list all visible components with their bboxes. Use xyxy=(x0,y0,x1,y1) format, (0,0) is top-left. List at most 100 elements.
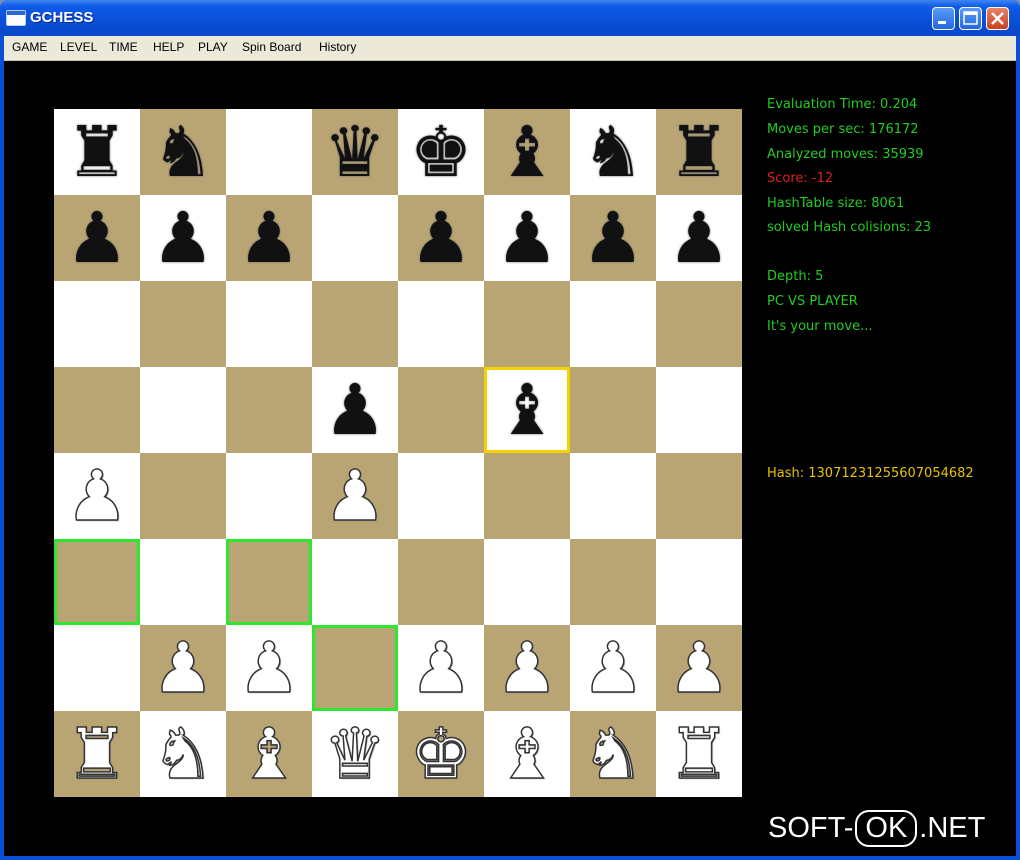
square-c7[interactable]: ♟ xyxy=(226,195,312,281)
square-g5[interactable] xyxy=(570,367,656,453)
square-a8[interactable]: ♜ xyxy=(54,109,140,195)
white-rook-icon[interactable]: ♜ xyxy=(667,718,731,790)
black-pawn-icon[interactable]: ♟ xyxy=(66,203,129,273)
square-g1[interactable]: ♞ xyxy=(570,711,656,797)
menu-history[interactable]: History xyxy=(319,40,356,54)
square-a6[interactable] xyxy=(54,281,140,367)
square-f4[interactable] xyxy=(484,453,570,539)
white-bishop-icon[interactable]: ♝ xyxy=(495,718,559,790)
menu-play[interactable]: PLAY xyxy=(198,40,228,54)
square-g7[interactable]: ♟ xyxy=(570,195,656,281)
square-f3[interactable] xyxy=(484,539,570,625)
square-c1[interactable]: ♝ xyxy=(226,711,312,797)
square-h6[interactable] xyxy=(656,281,742,367)
square-a4[interactable]: ♟ xyxy=(54,453,140,539)
white-pawn-icon[interactable]: ♟ xyxy=(323,460,387,532)
square-c4[interactable] xyxy=(226,453,312,539)
black-pawn-icon[interactable]: ♟ xyxy=(496,203,559,273)
menu-help[interactable]: HELP xyxy=(153,40,184,54)
square-h2[interactable]: ♟ xyxy=(656,625,742,711)
square-h1[interactable]: ♜ xyxy=(656,711,742,797)
square-g8[interactable]: ♞ xyxy=(570,109,656,195)
black-pawn-icon[interactable]: ♟ xyxy=(324,375,387,445)
square-h5[interactable] xyxy=(656,367,742,453)
square-b6[interactable] xyxy=(140,281,226,367)
close-button[interactable] xyxy=(986,7,1009,30)
square-a5[interactable] xyxy=(54,367,140,453)
black-bishop-icon[interactable]: ♝ xyxy=(496,375,559,445)
square-c3[interactable] xyxy=(226,539,312,625)
maximize-button[interactable] xyxy=(959,7,982,30)
black-knight-icon[interactable]: ♞ xyxy=(152,117,215,187)
square-c2[interactable]: ♟ xyxy=(226,625,312,711)
square-c6[interactable] xyxy=(226,281,312,367)
square-b2[interactable]: ♟ xyxy=(140,625,226,711)
white-pawn-icon[interactable]: ♟ xyxy=(65,460,129,532)
white-knight-icon[interactable]: ♞ xyxy=(581,718,645,790)
square-d4[interactable]: ♟ xyxy=(312,453,398,539)
square-g3[interactable] xyxy=(570,539,656,625)
black-pawn-icon[interactable]: ♟ xyxy=(152,203,215,273)
menu-level[interactable]: LEVEL xyxy=(60,40,97,54)
square-e4[interactable] xyxy=(398,453,484,539)
square-e1[interactable]: ♚ xyxy=(398,711,484,797)
square-d2[interactable] xyxy=(312,625,398,711)
white-pawn-icon[interactable]: ♟ xyxy=(495,632,559,704)
square-b3[interactable] xyxy=(140,539,226,625)
square-f1[interactable]: ♝ xyxy=(484,711,570,797)
square-a7[interactable]: ♟ xyxy=(54,195,140,281)
white-pawn-icon[interactable]: ♟ xyxy=(409,632,473,704)
square-d3[interactable] xyxy=(312,539,398,625)
title-bar[interactable]: GCHESS xyxy=(0,0,1020,36)
square-b7[interactable]: ♟ xyxy=(140,195,226,281)
square-g4[interactable] xyxy=(570,453,656,539)
black-pawn-icon[interactable]: ♟ xyxy=(410,203,473,273)
white-king-icon[interactable]: ♚ xyxy=(409,718,473,790)
white-pawn-icon[interactable]: ♟ xyxy=(151,632,215,704)
black-pawn-icon[interactable]: ♟ xyxy=(668,203,731,273)
white-queen-icon[interactable]: ♛ xyxy=(323,718,387,790)
square-c5[interactable] xyxy=(226,367,312,453)
white-knight-icon[interactable]: ♞ xyxy=(151,718,215,790)
menu-time[interactable]: TIME xyxy=(109,40,138,54)
square-f7[interactable]: ♟ xyxy=(484,195,570,281)
square-b8[interactable]: ♞ xyxy=(140,109,226,195)
black-king-icon[interactable]: ♚ xyxy=(410,117,473,187)
white-bishop-icon[interactable]: ♝ xyxy=(237,718,301,790)
white-pawn-icon[interactable]: ♟ xyxy=(667,632,731,704)
square-f6[interactable] xyxy=(484,281,570,367)
square-f8[interactable]: ♝ xyxy=(484,109,570,195)
menu-spin-board[interactable]: Spin Board xyxy=(242,40,301,54)
square-a3[interactable] xyxy=(54,539,140,625)
square-d8[interactable]: ♛ xyxy=(312,109,398,195)
chess-board[interactable]: ♜ ♞ ♛ ♚ ♝ ♞ ♜ ♟ ♟ ♟ ♟ ♟ ♟ ♟ ♟ ♝ ♟ ♟ ♟ ♟ ♟ ♟ ♟ ♟ ♜ ♞ ♝ ♛ ♚ ♝ ♞ ♜ xyxy=(54,109,742,797)
white-pawn-icon[interactable]: ♟ xyxy=(237,632,301,704)
square-h3[interactable] xyxy=(656,539,742,625)
black-rook-icon[interactable]: ♜ xyxy=(66,117,129,187)
square-g6[interactable] xyxy=(570,281,656,367)
square-g2[interactable]: ♟ xyxy=(570,625,656,711)
square-e8[interactable]: ♚ xyxy=(398,109,484,195)
square-e5[interactable] xyxy=(398,367,484,453)
menu-game[interactable]: GAME xyxy=(12,40,47,54)
square-d6[interactable] xyxy=(312,281,398,367)
square-a2[interactable] xyxy=(54,625,140,711)
square-e3[interactable] xyxy=(398,539,484,625)
white-pawn-icon[interactable]: ♟ xyxy=(581,632,645,704)
black-pawn-icon[interactable]: ♟ xyxy=(582,203,645,273)
white-rook-icon[interactable]: ♜ xyxy=(65,718,129,790)
square-b1[interactable]: ♞ xyxy=(140,711,226,797)
square-h7[interactable]: ♟ xyxy=(656,195,742,281)
square-a1[interactable]: ♜ xyxy=(54,711,140,797)
black-queen-icon[interactable]: ♛ xyxy=(324,117,387,187)
square-d1[interactable]: ♛ xyxy=(312,711,398,797)
square-e2[interactable]: ♟ xyxy=(398,625,484,711)
black-bishop-icon[interactable]: ♝ xyxy=(496,117,559,187)
black-pawn-icon[interactable]: ♟ xyxy=(238,203,301,273)
black-rook-icon[interactable]: ♜ xyxy=(668,117,731,187)
square-f2[interactable]: ♟ xyxy=(484,625,570,711)
square-h8[interactable]: ♜ xyxy=(656,109,742,195)
square-d5[interactable]: ♟ xyxy=(312,367,398,453)
square-c8[interactable] xyxy=(226,109,312,195)
square-d7[interactable] xyxy=(312,195,398,281)
